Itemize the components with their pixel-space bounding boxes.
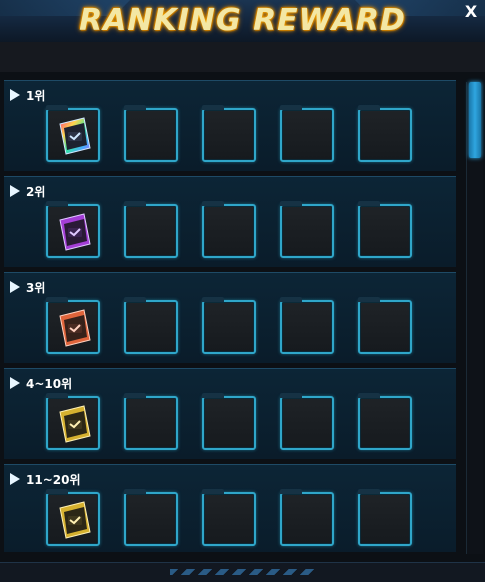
rank-label: 3위: [26, 280, 46, 295]
gold-card-icon: [59, 501, 91, 539]
reward-row-1: 1위: [4, 80, 456, 171]
reward-row-5: 11~20위: [4, 464, 456, 552]
reward-slot[interactable]: [202, 201, 256, 258]
arrow-icon: [10, 473, 20, 485]
reward-slot[interactable]: [202, 489, 256, 546]
reward-slot[interactable]: [358, 489, 412, 546]
rank-label: 1위: [26, 88, 46, 103]
reward-slot[interactable]: [46, 201, 100, 258]
window-title: RANKING REWARD: [79, 3, 406, 38]
reward-slot[interactable]: [202, 393, 256, 450]
rank-label: 2위: [26, 184, 46, 199]
arrow-icon: [10, 89, 20, 101]
reward-slot[interactable]: [202, 105, 256, 162]
row-label: 1위: [10, 87, 45, 103]
reward-slot[interactable]: [46, 393, 100, 450]
reward-row-3: 3위: [4, 272, 456, 363]
row-label: 3위: [10, 279, 45, 295]
reward-slot[interactable]: [358, 297, 412, 354]
reward-slot[interactable]: [46, 489, 100, 546]
reward-slot[interactable]: [280, 297, 334, 354]
reward-slot[interactable]: [124, 105, 178, 162]
reward-slot[interactable]: [124, 297, 178, 354]
row-label: 2위: [10, 183, 45, 199]
arrow-icon: [10, 185, 20, 197]
arrow-icon: [10, 281, 20, 293]
close-button[interactable]: X: [463, 4, 479, 20]
row-label: 11~20위: [10, 471, 81, 487]
gold-card-icon: [59, 405, 91, 443]
rank-label: 4~10위: [26, 376, 73, 391]
reward-row-4: 4~10위: [4, 368, 456, 459]
window-footer: [0, 562, 485, 582]
purple-card-icon: [59, 213, 91, 251]
reward-slot[interactable]: [46, 297, 100, 354]
vertical-scrollbar[interactable]: [466, 82, 483, 554]
orange-card-icon: [59, 309, 91, 347]
reward-slot[interactable]: [202, 297, 256, 354]
rainbow-card-icon: [59, 117, 91, 155]
scrollbar-thumb[interactable]: [469, 82, 481, 158]
reward-slot[interactable]: [280, 201, 334, 258]
reward-slot[interactable]: [124, 489, 178, 546]
reward-slot[interactable]: [124, 393, 178, 450]
reward-slot[interactable]: [358, 393, 412, 450]
reward-list: 1위 2위 3위 4~10위 11~20위: [4, 80, 456, 552]
reward-slot[interactable]: [124, 201, 178, 258]
reward-slot[interactable]: [280, 489, 334, 546]
row-label: 4~10위: [10, 375, 72, 391]
arrow-icon: [10, 377, 20, 389]
reward-slot[interactable]: [358, 201, 412, 258]
window-header: RANKING REWARD X: [0, 0, 485, 43]
header-band: [0, 42, 485, 72]
reward-slot[interactable]: [46, 105, 100, 162]
reward-slot[interactable]: [358, 105, 412, 162]
reward-row-2: 2위: [4, 176, 456, 267]
reward-slot[interactable]: [280, 393, 334, 450]
rank-label: 11~20위: [26, 472, 81, 487]
reward-slot[interactable]: [280, 105, 334, 162]
